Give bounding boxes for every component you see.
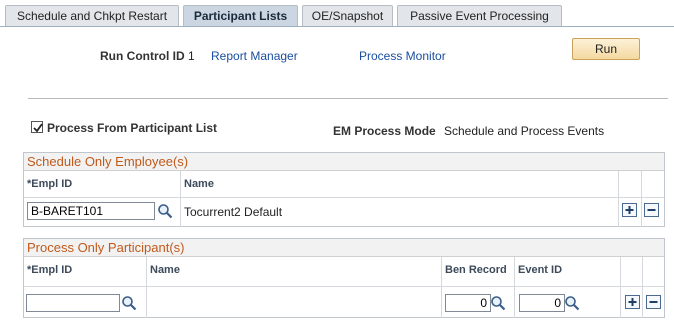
- column-divider: [146, 257, 147, 318]
- checkmark-icon: [33, 123, 43, 133]
- magnifying-glass-icon[interactable]: [490, 295, 506, 311]
- column-header-empl-id: *Empl ID: [27, 178, 73, 190]
- column-divider: [180, 171, 181, 227]
- report-manager-link[interactable]: Report Manager: [211, 49, 298, 63]
- column-divider: [441, 257, 442, 318]
- add-row-button[interactable]: [622, 203, 637, 217]
- process-from-list-checkbox[interactable]: [31, 121, 43, 133]
- row-divider: [24, 197, 664, 198]
- tab-schedule-chkpt-restart[interactable]: Schedule and Chkpt Restart: [5, 5, 179, 27]
- column-divider: [641, 171, 642, 227]
- plus-icon: [628, 298, 637, 306]
- column-divider: [514, 257, 515, 318]
- empl-id-input[interactable]: [26, 294, 120, 312]
- column-header-empl-id: *Empl ID: [27, 264, 73, 276]
- column-divider: [642, 257, 643, 318]
- column-divider: [620, 257, 621, 318]
- em-mode-value: Schedule and Process Events: [444, 124, 605, 138]
- process-only-grid: Process Only Participant(s) *Empl ID Nam…: [23, 238, 665, 318]
- empl-id-input[interactable]: [27, 202, 155, 220]
- plus-icon: [625, 206, 634, 214]
- process-monitor-link[interactable]: Process Monitor: [359, 49, 446, 63]
- column-header-ben-record: Ben Record: [445, 264, 507, 276]
- delete-row-button[interactable]: [646, 295, 661, 309]
- section-divider: [28, 98, 668, 99]
- row-divider: [24, 286, 664, 287]
- run-control-label: Run Control ID: [100, 49, 185, 63]
- delete-row-button[interactable]: [644, 203, 659, 217]
- magnifying-glass-icon[interactable]: [564, 295, 580, 311]
- process-from-list-label: Process From Participant List: [47, 121, 218, 135]
- add-row-button[interactable]: [625, 295, 640, 309]
- schedule-only-grid: Schedule Only Employee(s) *Empl ID Name …: [23, 152, 665, 227]
- run-button[interactable]: Run: [572, 38, 640, 60]
- column-header-name: Name: [184, 178, 214, 190]
- grid-title: Process Only Participant(s): [24, 239, 664, 257]
- column-header-event-id: Event ID: [518, 264, 563, 276]
- grid-title: Schedule Only Employee(s): [24, 153, 664, 171]
- run-control-value: 1: [188, 49, 195, 63]
- tab-participant-lists[interactable]: Participant Lists: [183, 5, 298, 27]
- column-header-name: Name: [150, 264, 180, 276]
- minus-icon: [647, 209, 656, 211]
- magnifying-glass-icon[interactable]: [157, 203, 173, 219]
- minus-icon: [649, 301, 658, 303]
- employee-name: Tocurrent2 Default: [184, 205, 283, 219]
- em-mode-label: EM Process Mode: [333, 124, 436, 138]
- event-id-input[interactable]: [519, 294, 565, 312]
- column-divider: [618, 171, 619, 227]
- ben-record-input[interactable]: [445, 294, 491, 312]
- magnifying-glass-icon[interactable]: [121, 295, 137, 311]
- tab-divider: [0, 26, 674, 27]
- tab-oe-snapshot[interactable]: OE/Snapshot: [302, 5, 393, 27]
- tab-passive-event-processing[interactable]: Passive Event Processing: [397, 5, 562, 27]
